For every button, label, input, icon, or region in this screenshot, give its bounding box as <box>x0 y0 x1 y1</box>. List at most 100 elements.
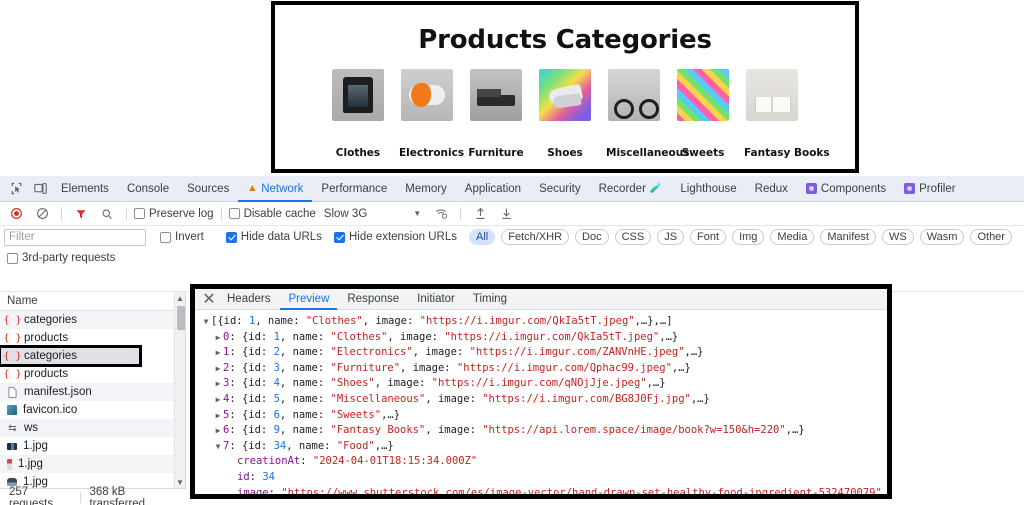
filter-input[interactable] <box>4 228 146 246</box>
tab-security[interactable]: Security <box>530 176 590 202</box>
collapse-triangle-icon[interactable] <box>213 330 223 346</box>
request-row-categories-1[interactable]: { } categories <box>0 311 185 329</box>
tab-sources[interactable]: Sources <box>178 176 238 202</box>
json-tree-row[interactable]: 7: {id: 34, name: "Food",…} <box>201 439 887 455</box>
invert-label: Invert <box>175 231 204 243</box>
category-label-miscellaneous[interactable]: Miscellaneous <box>606 143 689 161</box>
request-list-scrollbar[interactable]: ▲ ▼ <box>174 292 185 488</box>
type-filter-all[interactable]: All <box>468 229 496 245</box>
category-label-fantasy-books[interactable]: Fantasy Books <box>744 143 830 161</box>
scrollbar-thumb[interactable] <box>177 306 185 330</box>
json-tree-row[interactable]: 4: {id: 5, name: "Miscellaneous", image:… <box>201 392 887 408</box>
invert-checkbox[interactable]: Invert <box>160 231 204 243</box>
json-tree-row[interactable]: [{id: 1, name: "Clothes", image: "https:… <box>201 314 887 330</box>
type-filter-manifest[interactable]: Manifest <box>820 229 876 245</box>
json-tree-row[interactable]: 3: {id: 4, name: "Shoes", image: "https:… <box>201 376 887 392</box>
hide-data-urls-checkbox[interactable]: Hide data URLs <box>225 231 322 243</box>
request-row-manifest-json[interactable]: manifest.json <box>0 383 185 401</box>
tab-initiator[interactable]: Initiator <box>409 289 463 310</box>
json-tree-row[interactable]: image: "https://www.shutterstock.com/es/… <box>201 486 887 494</box>
collapse-triangle-icon[interactable] <box>213 408 223 424</box>
tab-label: Components <box>820 182 887 195</box>
tab-preview[interactable]: Preview <box>280 289 337 310</box>
tab-recorder[interactable]: Recorder 🧪 <box>590 176 672 202</box>
json-tree-row[interactable]: 1: {id: 2, name: "Electronics", image: "… <box>201 345 887 361</box>
close-icon[interactable]: ✕ <box>201 291 217 308</box>
json-tree-row[interactable]: id: 34 <box>201 470 887 486</box>
request-row-jpg-1[interactable]: 1.jpg <box>0 437 185 455</box>
request-row-favicon-ico[interactable]: favicon.ico <box>0 401 185 419</box>
tab-redux[interactable]: Redux <box>746 176 797 202</box>
search-icon[interactable] <box>95 203 119 225</box>
collapse-triangle-icon[interactable] <box>213 392 223 408</box>
category-item-fantasy-books[interactable] <box>744 69 800 121</box>
clear-icon[interactable] <box>30 203 54 225</box>
tab-application[interactable]: Application <box>456 176 530 202</box>
category-item-miscellaneous[interactable] <box>606 69 662 121</box>
category-item-electronics[interactable] <box>399 69 455 121</box>
category-label-furniture[interactable]: Furniture <box>468 143 524 161</box>
request-row-products-1[interactable]: { } products <box>0 329 185 347</box>
network-conditions-icon[interactable] <box>429 203 453 225</box>
type-filter-css[interactable]: CSS <box>614 229 652 245</box>
category-label-clothes[interactable]: Clothes <box>330 143 386 161</box>
type-filter-wasm[interactable]: Wasm <box>919 229 965 245</box>
request-row-jpg-2[interactable]: 1.jpg <box>0 455 185 473</box>
tab-memory[interactable]: Memory <box>396 176 456 202</box>
request-row-categories-selected[interactable]: { } categories <box>0 345 142 367</box>
type-filter-fetch-xhr[interactable]: Fetch/XHR <box>501 229 570 245</box>
tab-components[interactable]: Components <box>797 176 895 202</box>
type-filter-ws[interactable]: WS <box>881 229 914 245</box>
collapse-triangle-icon[interactable] <box>213 376 223 392</box>
type-filter-doc[interactable]: Doc <box>575 229 609 245</box>
tab-elements[interactable]: Elements <box>52 176 118 202</box>
category-label-sweets[interactable]: Sweets <box>675 143 731 161</box>
import-har-icon[interactable] <box>468 203 492 225</box>
record-icon[interactable] <box>4 203 28 225</box>
category-label-shoes[interactable]: Shoes <box>537 143 593 161</box>
tab-performance[interactable]: Performance <box>312 176 396 202</box>
type-filter-img[interactable]: Img <box>732 229 765 245</box>
expand-triangle-icon[interactable] <box>201 314 211 330</box>
disable-cache-checkbox[interactable]: Disable cache <box>228 208 316 220</box>
hide-extension-urls-checkbox[interactable]: Hide extension URLs <box>333 231 457 243</box>
throttling-value: Slow 3G <box>323 207 368 220</box>
third-party-requests-checkbox[interactable]: 3rd-party requests <box>7 252 115 264</box>
json-tree-row[interactable]: 5: {id: 6, name: "Sweets",…} <box>201 408 887 424</box>
json-tree-row[interactable]: 6: {id: 9, name: "Fantasy Books", image:… <box>201 423 887 439</box>
tab-headers[interactable]: Headers <box>219 289 278 310</box>
inspect-element-icon[interactable] <box>4 178 28 200</box>
category-item-clothes[interactable] <box>330 69 386 121</box>
collapse-triangle-icon[interactable] <box>213 345 223 361</box>
device-toolbar-icon[interactable] <box>28 178 52 200</box>
tab-network[interactable]: ▲ Network <box>238 176 312 202</box>
request-row-ws[interactable]: ⇆ ws <box>0 419 185 437</box>
category-item-furniture[interactable] <box>468 69 524 121</box>
json-preview-tree[interactable]: [{id: 1, name: "Clothes", image: "https:… <box>195 310 887 494</box>
type-filter-other[interactable]: Other <box>970 229 1012 245</box>
throttling-select[interactable]: Slow 3G ▼ <box>324 208 421 220</box>
tab-response[interactable]: Response <box>339 289 407 310</box>
category-label-electronics[interactable]: Electronics <box>399 143 464 161</box>
json-tree-row[interactable]: creationAt: "2024-04-01T18:15:34.000Z" <box>201 454 887 470</box>
category-item-sweets[interactable] <box>675 69 731 121</box>
category-item-shoes[interactable] <box>537 69 593 121</box>
type-filter-font[interactable]: Font <box>690 229 727 245</box>
tab-console[interactable]: Console <box>118 176 178 202</box>
export-har-icon[interactable] <box>494 203 518 225</box>
scroll-up-arrow-icon[interactable]: ▲ <box>175 292 185 304</box>
tab-timing[interactable]: Timing <box>465 289 515 310</box>
collapse-triangle-icon[interactable] <box>213 361 223 377</box>
json-tree-row[interactable]: 0: {id: 1, name: "Clothes", image: "http… <box>201 330 887 346</box>
tab-profiler[interactable]: Profiler <box>895 176 964 202</box>
type-filter-media[interactable]: Media <box>770 229 815 245</box>
preserve-log-checkbox[interactable]: Preserve log <box>134 208 214 220</box>
type-filter-js[interactable]: JS <box>657 229 685 245</box>
expand-triangle-icon[interactable] <box>213 439 223 455</box>
checkbox-box <box>134 208 145 219</box>
collapse-triangle-icon[interactable] <box>213 423 223 439</box>
filter-icon[interactable] <box>69 203 93 225</box>
json-tree-row[interactable]: 2: {id: 3, name: "Furniture", image: "ht… <box>201 361 887 377</box>
request-row-products-2[interactable]: { } products <box>0 365 185 383</box>
tab-lighthouse[interactable]: Lighthouse <box>671 176 745 202</box>
